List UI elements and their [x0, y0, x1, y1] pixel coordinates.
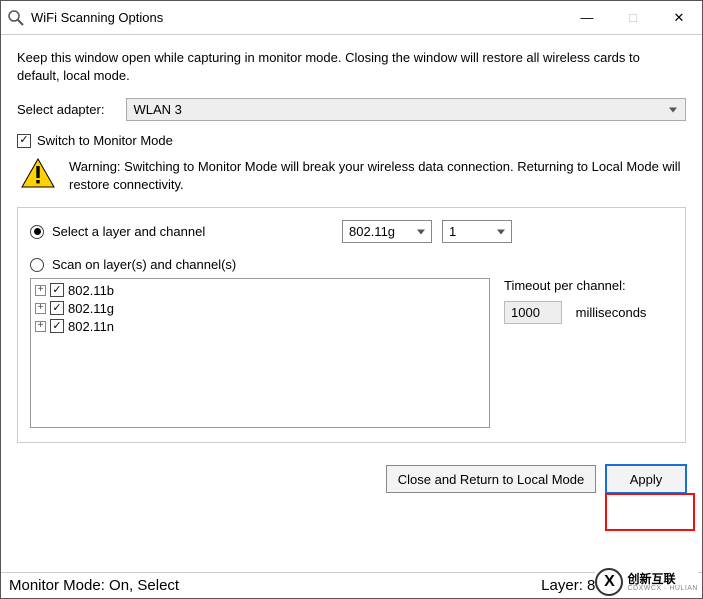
- window-title: WiFi Scanning Options: [31, 10, 163, 25]
- tree-checkbox[interactable]: ✓: [50, 283, 64, 297]
- radio-select-layer-label: Select a layer and channel: [52, 224, 342, 239]
- tree-item-label: 802.11n: [68, 319, 114, 334]
- close-button[interactable]: ✕: [656, 1, 702, 34]
- layer-tree[interactable]: + ✓ 802.11b + ✓ 802.11g + ✓ 802.11n: [30, 278, 490, 428]
- close-return-button[interactable]: Close and Return to Local Mode: [386, 465, 596, 493]
- expand-icon[interactable]: +: [35, 321, 46, 332]
- watermark-sub: CDXWCX · HULIAN: [627, 585, 698, 592]
- adapter-select[interactable]: WLAN 3: [126, 98, 686, 121]
- warning-text: Warning: Switching to Monitor Mode will …: [69, 158, 682, 193]
- scan-options-group: Select a layer and channel 802.11g 1 Sca…: [17, 207, 686, 443]
- tree-item-label: 802.11g: [68, 301, 114, 316]
- titlebar: WiFi Scanning Options — □ ✕: [1, 1, 702, 35]
- radio-scan-on[interactable]: [30, 258, 44, 272]
- watermark-text: 创新互联: [627, 573, 698, 585]
- tree-item-label: 802.11b: [68, 283, 114, 298]
- tree-checkbox[interactable]: ✓: [50, 319, 64, 333]
- maximize-button[interactable]: □: [610, 1, 656, 34]
- timeout-input[interactable]: 1000: [504, 301, 562, 324]
- radio-select-layer[interactable]: [30, 225, 44, 239]
- timeout-label: Timeout per channel:: [504, 278, 673, 293]
- tree-item: + ✓ 802.11b: [35, 281, 485, 299]
- watermark: X 创新互联 CDXWCX · HULIAN: [595, 568, 698, 596]
- warning-icon: [21, 158, 55, 193]
- tree-checkbox[interactable]: ✓: [50, 301, 64, 315]
- expand-icon[interactable]: +: [35, 303, 46, 314]
- channel-select[interactable]: 1: [442, 220, 512, 243]
- tree-item: + ✓ 802.11g: [35, 299, 485, 317]
- description-text: Keep this window open while capturing in…: [17, 49, 686, 84]
- layer-select[interactable]: 802.11g: [342, 220, 432, 243]
- monitor-checkbox[interactable]: ✓: [17, 134, 31, 148]
- magnifier-icon: [7, 9, 25, 27]
- watermark-logo: X: [595, 568, 623, 596]
- tree-item: + ✓ 802.11n: [35, 317, 485, 335]
- minimize-button[interactable]: —: [564, 1, 610, 34]
- expand-icon[interactable]: +: [35, 285, 46, 296]
- adapter-label: Select adapter:: [17, 102, 104, 117]
- radio-scan-on-label: Scan on layer(s) and channel(s): [52, 257, 236, 272]
- status-monitor-mode: Monitor Mode: On, Select: [9, 577, 179, 594]
- apply-button[interactable]: Apply: [606, 465, 686, 493]
- monitor-checkbox-label: Switch to Monitor Mode: [37, 133, 173, 148]
- timeout-unit: milliseconds: [576, 305, 647, 320]
- adapter-value: WLAN 3: [133, 102, 181, 117]
